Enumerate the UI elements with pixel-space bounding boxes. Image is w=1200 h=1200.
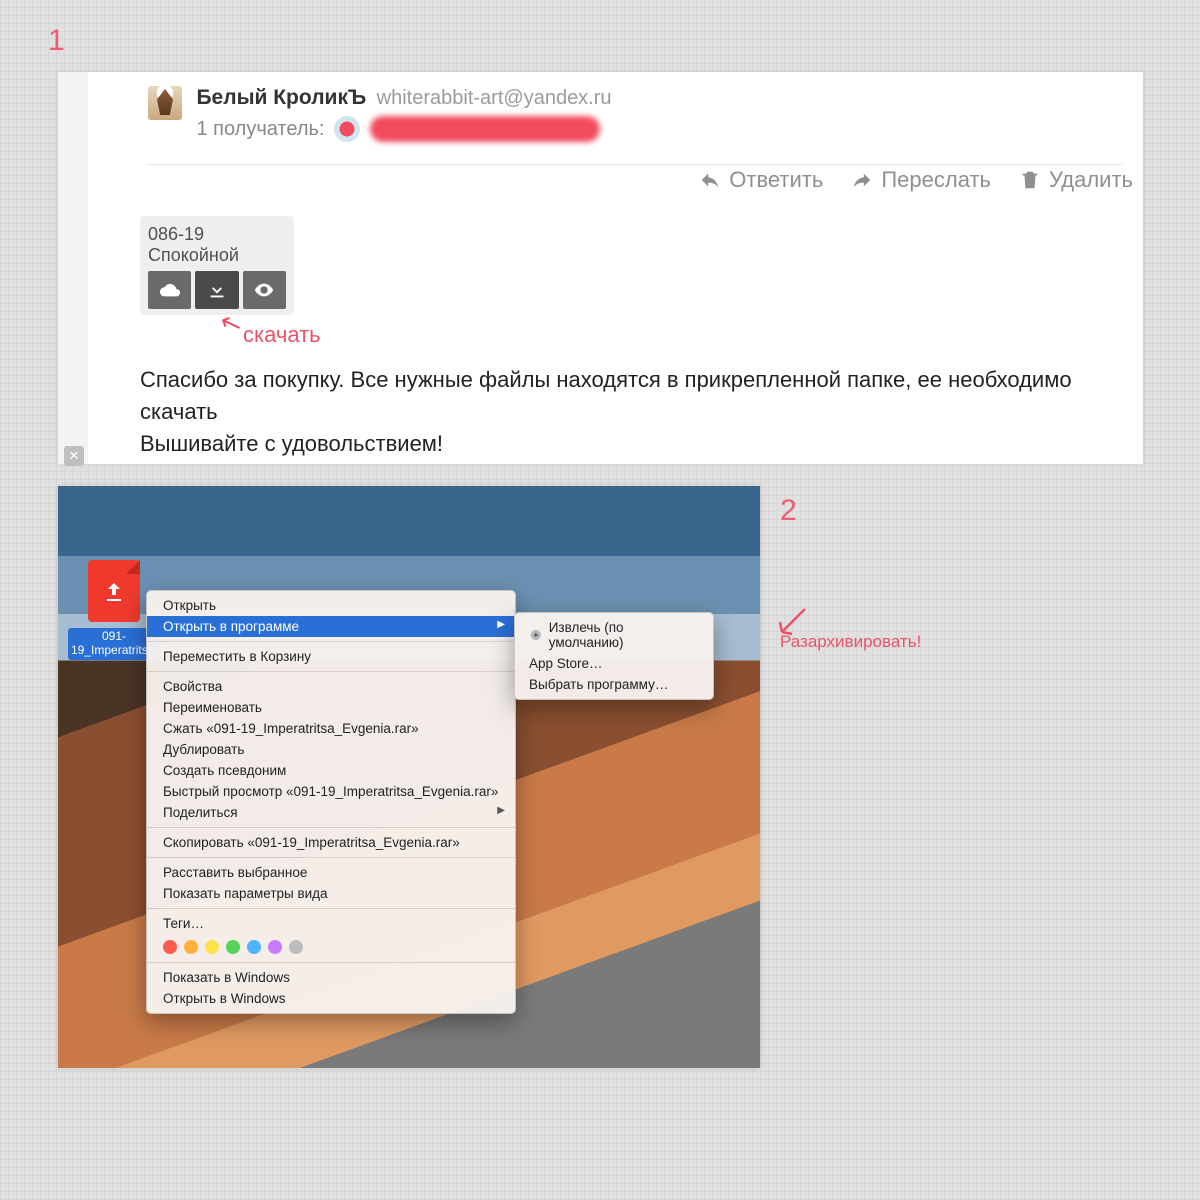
menu-tags-label: Теги…: [147, 913, 515, 934]
tag-color-dot[interactable]: [184, 940, 198, 954]
tag-color-dot[interactable]: [226, 940, 240, 954]
menu-separator: [147, 671, 515, 672]
rar-file-icon[interactable]: [88, 560, 140, 622]
download-button[interactable]: [195, 271, 238, 309]
tag-color-dot[interactable]: [268, 940, 282, 954]
download-icon: [206, 279, 228, 301]
menu-open-windows[interactable]: Открыть в Windows: [147, 988, 515, 1009]
save-to-disk-button[interactable]: [148, 271, 191, 309]
menu-copy[interactable]: Скопировать «091-19_Imperatritsa_Evgenia…: [147, 832, 515, 853]
email-panel: ✕ Белый КроликЪ whiterabbit-art@yandex.r…: [58, 72, 1143, 464]
menu-separator: [147, 962, 515, 963]
annotation-extract: Разархивировать!: [780, 632, 921, 652]
submenu-extract-default[interactable]: Извлечь (по умолчанию): [515, 617, 713, 653]
attachment-name-line1: 086-19: [148, 224, 286, 245]
cloud-icon: [159, 279, 181, 301]
menu-viewopts[interactable]: Показать параметры вида: [147, 883, 515, 904]
menu-open-with[interactable]: Открыть в программе: [147, 616, 515, 637]
step-number-2: 2: [780, 494, 797, 528]
reply-button[interactable]: Ответить: [699, 167, 823, 193]
email-body: Спасибо за покупку. Все нужные файлы нах…: [140, 364, 1123, 460]
menu-separator: [147, 827, 515, 828]
submenu-appstore[interactable]: App Store…: [515, 653, 713, 674]
sender-name: Белый КроликЪ: [196, 86, 366, 109]
forward-button[interactable]: Переслать: [851, 167, 991, 193]
desktop-panel: 091-19_Imperatritsa_Evgenia Открыть Откр…: [58, 486, 760, 1068]
menu-getinfo[interactable]: Свойства: [147, 676, 515, 697]
menu-quicklook[interactable]: Быстрый просмотр «091-19_Imperatritsa_Ev…: [147, 781, 515, 802]
menu-alias[interactable]: Создать псевдоним: [147, 760, 515, 781]
menu-open[interactable]: Открыть: [147, 595, 515, 616]
menu-separator: [147, 641, 515, 642]
delete-button[interactable]: Удалить: [1019, 167, 1133, 193]
reply-icon: [699, 169, 721, 191]
email-actions: Ответить Переслать Удалить: [699, 167, 1133, 193]
tag-color-dot[interactable]: [205, 940, 219, 954]
annotation-download: скачать: [243, 322, 321, 348]
close-icon[interactable]: ✕: [64, 446, 84, 466]
attachment-name-line2: Спокойной: [148, 245, 286, 266]
menu-compress[interactable]: Сжать «091-19_Imperatritsa_Evgenia.rar»: [147, 718, 515, 739]
menu-duplicate[interactable]: Дублировать: [147, 739, 515, 760]
sender-avatar: [148, 86, 182, 120]
archive-icon: [102, 580, 126, 604]
preview-button[interactable]: [243, 271, 286, 309]
recipient-avatar: [334, 116, 360, 142]
submenu-choose[interactable]: Выбрать программу…: [515, 674, 713, 695]
attachment-card[interactable]: 086-19 Спокойной: [140, 216, 294, 315]
open-with-submenu: Извлечь (по умолчанию) App Store… Выбрат…: [514, 612, 714, 700]
archive-utility-icon: [529, 628, 543, 642]
step-number-1: 1: [48, 24, 65, 58]
menu-separator: [147, 908, 515, 909]
menu-cleanup[interactable]: Расставить выбранное: [147, 862, 515, 883]
divider: [148, 164, 1123, 165]
trash-icon: [1019, 169, 1041, 191]
menu-separator: [147, 857, 515, 858]
recipient-label: 1 получатель:: [196, 118, 324, 141]
context-menu: Открыть Открыть в программе Переместить …: [146, 590, 516, 1014]
menu-show-windows[interactable]: Показать в Windows: [147, 967, 515, 988]
menu-trash[interactable]: Переместить в Корзину: [147, 646, 515, 667]
tag-color-row: [147, 934, 515, 958]
eye-icon: [253, 279, 275, 301]
sender-address: whiterabbit-art@yandex.ru: [377, 87, 612, 109]
tag-color-dot[interactable]: [163, 940, 177, 954]
tag-color-dot[interactable]: [289, 940, 303, 954]
menu-rename[interactable]: Переименовать: [147, 697, 515, 718]
tag-color-dot[interactable]: [247, 940, 261, 954]
menu-share[interactable]: Поделиться: [147, 802, 515, 823]
mail-side-strip: ✕: [58, 72, 88, 464]
forward-icon: [851, 169, 873, 191]
recipient-redacted: [370, 116, 600, 142]
